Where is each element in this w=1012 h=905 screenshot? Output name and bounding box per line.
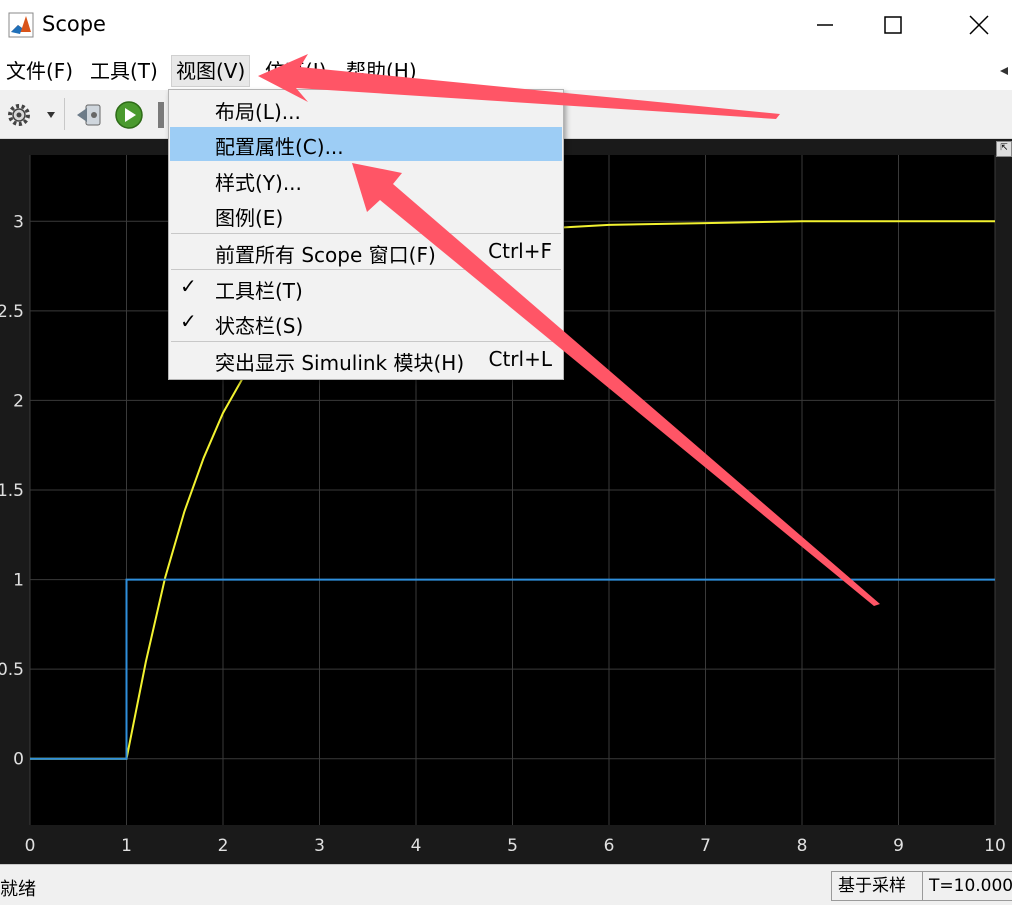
toolbar-separator [64, 98, 65, 130]
status-bar: 就绪 基于采样 T=10.000 [0, 864, 1012, 905]
menu-separator [171, 233, 561, 234]
maximize-button[interactable] [862, 0, 924, 50]
menu-item-highlight-simulink-block[interactable]: 突出显示 Simulink 模块(H) Ctrl+L [170, 343, 562, 377]
y-tick-label: 2.5 [0, 302, 24, 322]
menu-bar: 文件(F) 工具(T) 视图(V) 仿真(I) 帮助(H) [0, 50, 1012, 90]
menu-separator [171, 341, 561, 342]
maximize-icon [884, 16, 902, 34]
x-tick-label: 3 [314, 836, 325, 856]
menu-item-shortcut: Ctrl+L [488, 347, 553, 371]
y-tick-label: 1 [13, 571, 24, 591]
status-time: T=10.000 [922, 871, 1012, 901]
menu-item-bring-all-scopes-forward[interactable]: 前置所有 Scope 窗口(F) Ctrl+F [170, 235, 562, 269]
x-tick-label: 5 [507, 836, 518, 856]
menu-item-toolbar[interactable]: ✓ 工具栏(T) [170, 271, 562, 305]
menu-item-label: 图例(E) [215, 206, 284, 230]
x-tick-label: 1 [121, 836, 132, 856]
status-sample-mode: 基于采样 [831, 871, 923, 901]
x-tick-label: 7 [700, 836, 711, 856]
x-tick-label: 2 [218, 836, 229, 856]
menu-view[interactable]: 视图(V) [170, 55, 251, 87]
minimize-button[interactable] [794, 0, 856, 50]
y-tick-label: 2 [13, 391, 24, 411]
view-menu-dropdown: 布局(L)... 配置属性(C)... 样式(Y)... 图例(E) 前置所有 … [168, 89, 564, 380]
window-title: Scope [42, 12, 106, 36]
x-tick-label: 10 [984, 836, 1006, 856]
matlab-logo-icon [8, 12, 34, 38]
menu-item-label: 突出显示 Simulink 模块(H) [215, 351, 465, 375]
checkmark-icon: ✓ [180, 309, 197, 333]
stop-icon[interactable] [158, 102, 164, 128]
run-icon[interactable] [114, 100, 144, 130]
x-tick-label: 4 [411, 836, 422, 856]
gear-icon[interactable] [6, 102, 32, 128]
y-tick-label: 3 [13, 212, 24, 232]
menu-item-label: 工具栏(T) [215, 279, 303, 303]
title-bar: Scope [0, 0, 1012, 50]
close-icon [969, 15, 989, 35]
x-tick-label: 0 [25, 836, 36, 856]
menu-help[interactable]: 帮助(H) [342, 56, 421, 86]
status-ready: 就绪 [0, 879, 36, 900]
menu-item-shortcut: Ctrl+F [488, 239, 552, 263]
menu-simulation[interactable]: 仿真(I) [261, 56, 331, 86]
axes-expand-icon[interactable]: ⇱ [996, 141, 1012, 157]
dropdown-arrow-icon[interactable] [46, 111, 56, 119]
menu-file[interactable]: 文件(F) [2, 56, 77, 86]
menu-item-layout[interactable]: 布局(L)... [170, 92, 562, 126]
checkmark-icon: ✓ [180, 274, 197, 298]
y-tick-label: 0.5 [0, 660, 24, 680]
x-tick-label: 6 [604, 836, 615, 856]
menu-tools[interactable]: 工具(T) [86, 56, 162, 86]
y-tick-label: 0 [13, 750, 24, 770]
menu-item-statusbar[interactable]: ✓ 状态栏(S) [170, 306, 562, 340]
menu-separator [171, 269, 561, 270]
menu-item-label: 布局(L)... [215, 100, 301, 124]
y-tick-label: 1.5 [0, 481, 24, 501]
menu-item-legend[interactable]: 图例(E) [170, 198, 562, 232]
close-button[interactable] [948, 0, 1010, 50]
menu-item-configuration-properties[interactable]: 配置属性(C)... [170, 127, 562, 161]
x-tick-label: 8 [797, 836, 808, 856]
step-back-icon[interactable] [74, 100, 104, 130]
x-tick-label: 9 [893, 836, 904, 856]
menu-item-style[interactable]: 样式(Y)... [170, 163, 562, 197]
menu-item-label: 样式(Y)... [215, 171, 302, 195]
menu-item-label: 状态栏(S) [215, 314, 304, 338]
pin-icon[interactable] [998, 64, 1012, 78]
menu-item-label: 前置所有 Scope 窗口(F) [215, 243, 436, 267]
minimize-icon [817, 24, 833, 26]
menu-item-label: 配置属性(C)... [215, 135, 344, 159]
